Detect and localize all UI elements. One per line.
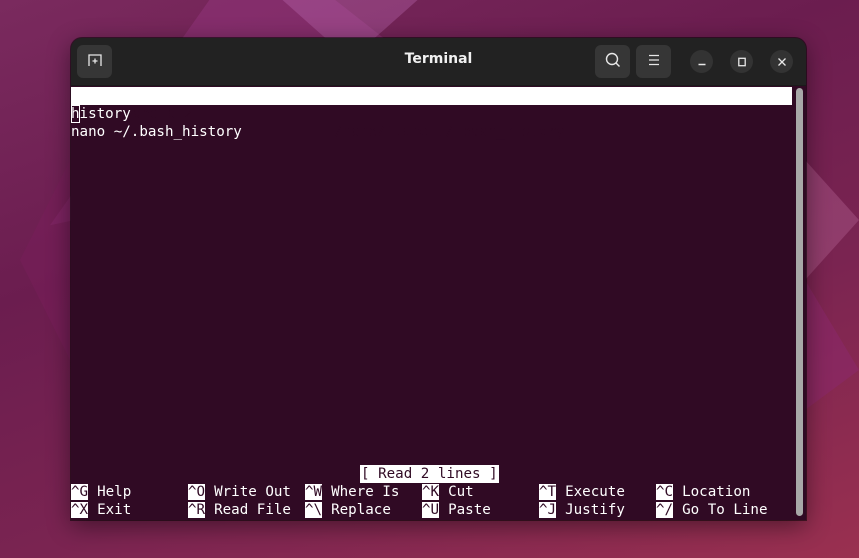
nano-header-bar: GNU nano 6.2 /home/itsmeit/.bash_history <box>71 87 792 140</box>
shortcut-label: Exit <box>97 502 132 518</box>
editor-line[interactable]: nano ~/.bash_history <box>71 123 242 141</box>
shortcut-key: ^U <box>422 502 440 518</box>
search-icon <box>604 51 622 73</box>
minimize-icon <box>697 52 707 71</box>
shortcut-label: Justify <box>565 502 625 518</box>
shortcut-key: ^O <box>188 484 206 500</box>
shortcut-label: Help <box>97 484 132 500</box>
scrollbar[interactable] <box>796 88 803 516</box>
shortcut-key: ^T <box>539 484 557 500</box>
close-icon <box>777 52 787 71</box>
shortcut-where-is[interactable]: ^W Where Is <box>305 483 399 501</box>
shortcut-location[interactable]: ^C Location <box>656 483 750 501</box>
shortcut-label: Paste <box>448 502 491 518</box>
menu-button[interactable] <box>636 45 671 78</box>
shortcut-go-to-line[interactable]: ^/ Go To Line <box>656 501 768 519</box>
minimize-button[interactable] <box>690 50 713 73</box>
shortcut-key: ^R <box>188 502 206 518</box>
shortcut-paste[interactable]: ^U Paste <box>422 501 491 519</box>
maximize-icon <box>737 52 747 71</box>
close-button[interactable] <box>770 50 793 73</box>
terminal-window: Terminal GNU nano 6.2 /home/itsmeit/.bas… <box>71 38 806 520</box>
shortcut-key: ^J <box>539 502 557 518</box>
search-button[interactable] <box>595 45 630 78</box>
terminal-content[interactable]: GNU nano 6.2 /home/itsmeit/.bash_history… <box>71 86 793 520</box>
shortcut-label: Write Out <box>214 484 291 500</box>
shortcut-help[interactable]: ^G Help <box>71 483 131 501</box>
shortcut-label: Location <box>682 484 751 500</box>
shortcut-cut[interactable]: ^K Cut <box>422 483 474 501</box>
shortcut-read-file[interactable]: ^R Read File <box>188 501 291 519</box>
shortcut-key: ^C <box>656 484 674 500</box>
title-bar[interactable]: Terminal <box>71 38 806 86</box>
wallpaper-shape <box>805 280 859 410</box>
editor-line[interactable]: history <box>71 105 131 123</box>
shortcut-label: Replace <box>331 502 391 518</box>
shortcut-label: Go To Line <box>682 502 768 518</box>
shortcut-label: Cut <box>448 484 474 500</box>
shortcut-key: ^K <box>422 484 440 500</box>
shortcut-replace[interactable]: ^\ Replace <box>305 501 391 519</box>
maximize-button[interactable] <box>730 50 753 73</box>
text-cursor: h <box>71 105 80 123</box>
shortcut-execute[interactable]: ^T Execute <box>539 483 625 501</box>
shortcut-key: ^/ <box>656 502 674 518</box>
shortcut-key: ^W <box>305 484 323 500</box>
shortcut-label: Where Is <box>331 484 400 500</box>
shortcut-label: Execute <box>565 484 625 500</box>
shortcut-key: ^X <box>71 502 89 518</box>
hamburger-menu-icon <box>647 52 661 71</box>
shortcut-justify[interactable]: ^J Justify <box>539 501 625 519</box>
wallpaper-shape <box>805 160 859 280</box>
shortcut-key: ^G <box>71 484 89 500</box>
shortcut-exit[interactable]: ^X Exit <box>71 501 131 519</box>
status-message: [ Read 2 lines ] <box>360 465 499 483</box>
file-path: /home/itsmeit/.bash_history <box>334 124 565 140</box>
shortcut-write-out[interactable]: ^O Write Out <box>188 483 291 501</box>
shortcut-label: Read File <box>214 502 291 518</box>
shortcut-key: ^\ <box>305 502 323 518</box>
editor-line-text: istory <box>79 106 131 122</box>
